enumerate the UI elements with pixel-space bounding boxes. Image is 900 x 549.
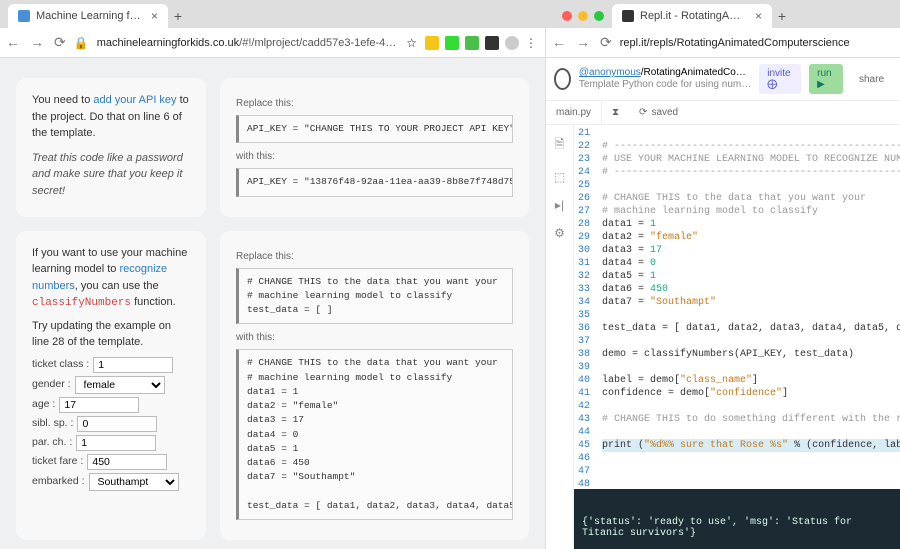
ext-icon[interactable] (425, 36, 439, 50)
window-controls[interactable] (554, 4, 612, 28)
new-tab-button[interactable]: + (168, 4, 188, 28)
favicon (622, 10, 634, 22)
code-editor[interactable]: 2122232425262728293031323334353637383940… (574, 125, 900, 489)
instruction-card-apikey: You need to add your API key to the proj… (16, 78, 206, 217)
url-bar[interactable]: repl.it/repls/RotatingAnimatedComputersc… (620, 37, 894, 49)
ticket-class-input[interactable] (93, 357, 173, 373)
fare-input[interactable] (87, 454, 167, 470)
forward-icon[interactable]: → (576, 34, 590, 51)
code-card-apikey: Replace this: API_KEY = "CHANGE THIS TO … (220, 78, 529, 217)
with-label: with this: (236, 149, 513, 164)
project-meta: @anonymous/RotatingAnimatedCo… Template … (579, 67, 751, 91)
extension-icons: ⋮ (425, 36, 539, 50)
replit-logo-icon (554, 68, 571, 90)
forward-icon[interactable]: → (30, 34, 44, 51)
menu-icon[interactable]: ⋮ (525, 36, 539, 50)
browser-tab[interactable]: Machine Learning for Kids × (8, 4, 168, 28)
code-card-recognize: Replace this: # CHANGE THIS to the data … (220, 231, 529, 541)
instruction-card-recognize: If you want to use your machine learning… (16, 231, 206, 541)
ext-icon[interactable] (465, 36, 479, 50)
with-label: with this: (236, 330, 513, 345)
run-button[interactable]: run ▶ (809, 64, 843, 94)
age-input[interactable] (59, 397, 139, 413)
share-button[interactable]: share (851, 70, 892, 89)
back-icon[interactable]: ← (552, 34, 566, 51)
code-after: API_KEY = "13876f48-92aa-11ea-aa39-8b8e7… (236, 168, 513, 196)
lock-icon: 🔒 (74, 36, 89, 50)
gender-select[interactable]: female (75, 376, 165, 394)
parch-input[interactable] (76, 435, 156, 451)
packages-icon[interactable]: ⬚ (554, 170, 565, 184)
browser-tab[interactable]: Repl.it - RotatingAnimatedCo… × (612, 4, 772, 28)
ext-icon[interactable] (445, 36, 459, 50)
close-icon[interactable]: × (151, 9, 158, 23)
settings-icon[interactable]: ⚙ (554, 226, 565, 240)
replace-label: Replace this: (236, 249, 513, 264)
new-tab-button[interactable]: + (772, 4, 792, 28)
close-window-icon[interactable] (562, 11, 572, 21)
console-output[interactable]: {'status': 'ready to use', 'msg': 'Statu… (574, 489, 900, 549)
minimize-window-icon[interactable] (578, 11, 588, 21)
code-before: API_KEY = "CHANGE THIS TO YOUR PROJECT A… (236, 115, 513, 143)
tab-title: Machine Learning for Kids (36, 10, 141, 22)
replace-label: Replace this: (236, 96, 513, 111)
files-icon[interactable]: 🗎 (555, 135, 565, 156)
tab-title: Repl.it - RotatingAnimatedCo… (640, 10, 745, 22)
sibl-input[interactable] (77, 416, 157, 432)
star-icon[interactable]: ☆ (406, 36, 417, 50)
history-button[interactable]: ⧗ (602, 107, 629, 118)
code-after: # CHANGE THIS to the data that you want … (236, 349, 513, 520)
favicon (18, 10, 30, 22)
code-before: # CHANGE THIS to the data that you want … (236, 268, 513, 325)
project-owner-link[interactable]: @anonymous (579, 67, 641, 78)
avatar[interactable] (505, 36, 519, 50)
ext-icon[interactable] (485, 36, 499, 50)
saved-status: ⟳ saved (629, 107, 688, 118)
url-bar[interactable]: machinelearningforkids.co.uk/#!/mlprojec… (97, 37, 399, 49)
file-tab[interactable]: main.py (546, 101, 602, 124)
invite-button[interactable]: invite ⨁ (759, 64, 801, 94)
close-icon[interactable]: × (755, 9, 762, 23)
maximize-window-icon[interactable] (594, 11, 604, 21)
back-icon[interactable]: ← (6, 34, 20, 51)
debug-icon[interactable]: ▸| (555, 198, 564, 212)
embarked-select[interactable]: Southampt (89, 473, 179, 491)
reload-icon[interactable]: ⟳ (54, 34, 66, 51)
reload-icon[interactable]: ⟳ (600, 34, 612, 51)
add-api-key-link[interactable]: add your API key (93, 94, 176, 106)
